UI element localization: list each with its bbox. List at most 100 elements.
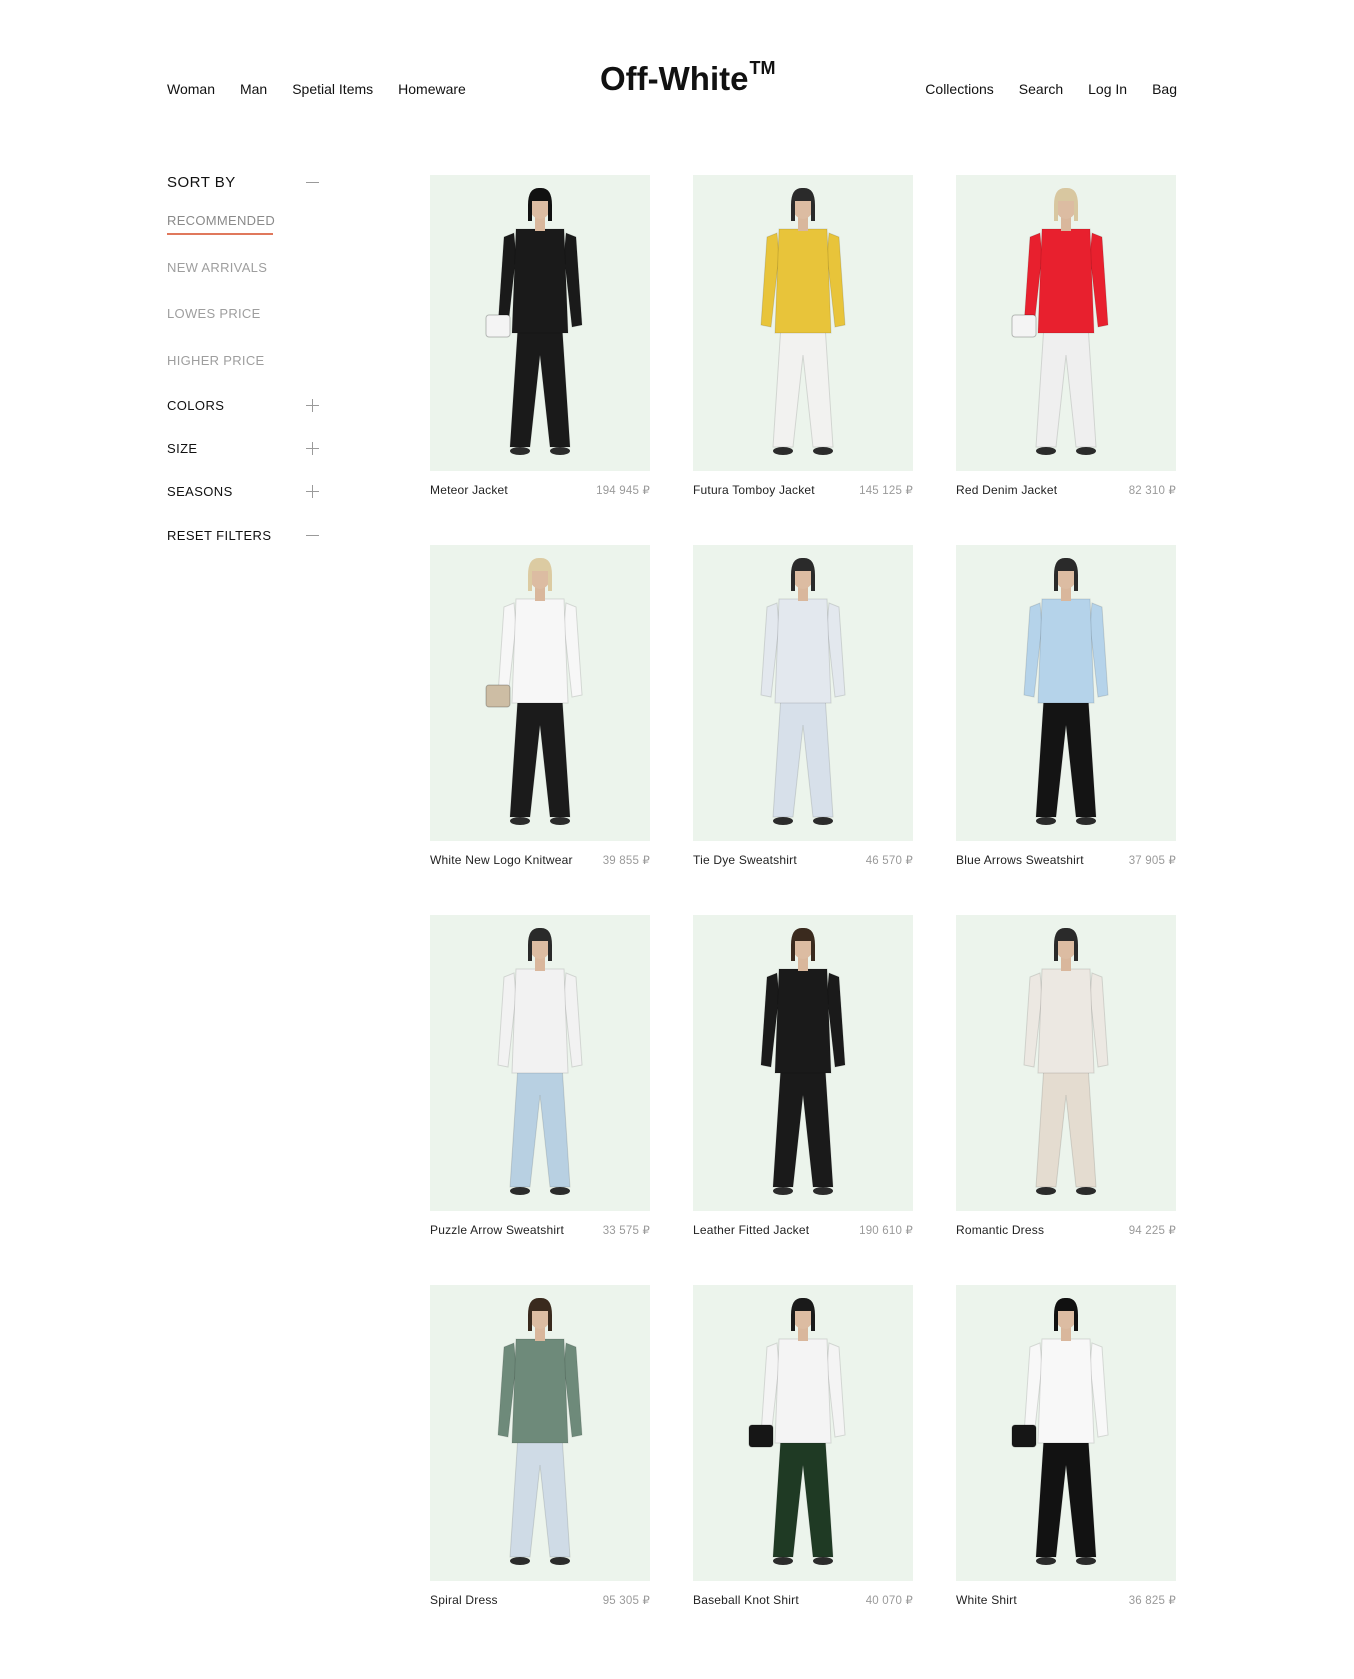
filter-size[interactable]: SIZE: [167, 441, 319, 456]
product-name[interactable]: Baseball Knot Shirt: [693, 1593, 799, 1607]
shoe-right: [550, 1557, 570, 1565]
product-image[interactable]: [693, 175, 913, 471]
product-card[interactable]: Romantic Dress 94 225 ₽: [956, 915, 1176, 1285]
model-figure: [1023, 927, 1109, 1195]
top-garment: [511, 228, 569, 334]
sort-by-header[interactable]: SORT BY: [167, 170, 319, 194]
product-image[interactable]: [693, 1285, 913, 1581]
model-figure: [760, 187, 846, 455]
filter-colors[interactable]: COLORS: [167, 398, 319, 413]
nav-collections[interactable]: Collections: [925, 81, 993, 97]
shoe-right: [1076, 447, 1096, 455]
nav-homeware[interactable]: Homeware: [398, 81, 466, 97]
handbag: [1011, 1424, 1037, 1448]
product-price: 94 225 ₽: [1128, 1225, 1176, 1237]
product-card[interactable]: Red Denim Jacket 82 310 ₽: [956, 175, 1176, 545]
filter-sidebar: SORT BY RECOMMENDED NEW ARRIVALS LOWES P…: [167, 170, 319, 543]
shoe-left: [773, 817, 793, 825]
product-name[interactable]: Futura Tomboy Jacket: [693, 483, 815, 497]
reset-filters-label: RESET FILTERS: [167, 528, 272, 543]
product-name[interactable]: Blue Arrows Sweatshirt: [956, 853, 1084, 867]
product-image[interactable]: [430, 1285, 650, 1581]
shoe-left: [510, 447, 530, 455]
reset-filters[interactable]: RESET FILTERS: [167, 528, 319, 543]
product-name[interactable]: Red Denim Jacket: [956, 483, 1057, 497]
product-image[interactable]: [956, 915, 1176, 1211]
product-image[interactable]: [956, 545, 1176, 841]
model-figure: [485, 187, 583, 455]
brand-name: Off-White: [600, 60, 749, 97]
product-name[interactable]: Spiral Dress: [430, 1593, 498, 1607]
sort-option-higher-price[interactable]: HIGHER PRICE: [167, 353, 265, 368]
model-figure: [760, 927, 846, 1195]
product-name[interactable]: Meteor Jacket: [430, 483, 508, 497]
product-image[interactable]: [956, 1285, 1176, 1581]
model-figure: [1011, 1297, 1109, 1565]
nav-bag[interactable]: Bag: [1152, 81, 1177, 97]
product-price: 95 305 ₽: [602, 1595, 650, 1607]
product-card[interactable]: White New Logo Knitwear 39 855 ₽: [430, 545, 650, 915]
product-name[interactable]: White New Logo Knitwear: [430, 853, 573, 867]
product-name[interactable]: Tie Dye Sweatshirt: [693, 853, 797, 867]
sort-option-lowest-price[interactable]: LOWES PRICE: [167, 306, 261, 321]
nav-login[interactable]: Log In: [1088, 81, 1127, 97]
product-image[interactable]: [693, 545, 913, 841]
nav-search[interactable]: Search: [1019, 81, 1063, 97]
shoe-left: [510, 817, 530, 825]
sort-option-recommended[interactable]: RECOMMENDED: [167, 213, 275, 228]
product-price: 145 125 ₽: [859, 485, 913, 497]
bottom-garment: [772, 694, 834, 818]
minus-icon[interactable]: [306, 529, 319, 542]
shoe-left: [510, 1187, 530, 1195]
product-name[interactable]: Romantic Dress: [956, 1223, 1044, 1237]
product-card[interactable]: White Shirt 36 825 ₽: [956, 1285, 1176, 1655]
model-figure: [485, 557, 583, 825]
shoe-right: [1076, 1187, 1096, 1195]
product-card[interactable]: Meteor Jacket 194 945 ₽: [430, 175, 650, 545]
top-garment: [511, 968, 569, 1074]
product-card[interactable]: Baseball Knot Shirt 40 070 ₽: [693, 1285, 913, 1655]
product-image[interactable]: [430, 545, 650, 841]
plus-icon[interactable]: [306, 442, 319, 455]
product-price: 190 610 ₽: [859, 1225, 913, 1237]
bottom-garment: [772, 1064, 834, 1188]
shoe-left: [1036, 1557, 1056, 1565]
handbag: [1011, 314, 1037, 338]
nav-woman[interactable]: Woman: [167, 81, 215, 97]
product-card[interactable]: Leather Fitted Jacket 190 610 ₽: [693, 915, 913, 1285]
product-card[interactable]: Blue Arrows Sweatshirt 37 905 ₽: [956, 545, 1176, 915]
shoe-right: [813, 817, 833, 825]
plus-icon[interactable]: [306, 399, 319, 412]
model-figure: [1023, 557, 1109, 825]
handbag: [485, 684, 511, 708]
model-figure: [748, 1297, 846, 1565]
brand-logo[interactable]: Off-WhiteTM: [600, 58, 775, 98]
product-name[interactable]: Puzzle Arrow Sweatshirt: [430, 1223, 564, 1237]
utility-nav: Collections Search Log In Bag: [925, 81, 1177, 97]
product-image[interactable]: [430, 175, 650, 471]
product-price: 194 945 ₽: [596, 485, 650, 497]
top-garment: [774, 1338, 832, 1444]
sort-option-new-arrivals[interactable]: NEW ARRIVALS: [167, 260, 267, 275]
product-card[interactable]: Puzzle Arrow Sweatshirt 33 575 ₽: [430, 915, 650, 1285]
product-image[interactable]: [430, 915, 650, 1211]
plus-icon[interactable]: [306, 485, 319, 498]
product-grid: Meteor Jacket 194 945 ₽ Futura Tomboy Jac…: [430, 175, 1176, 1655]
product-name[interactable]: Leather Fitted Jacket: [693, 1223, 809, 1237]
nav-special-items[interactable]: Spetial Items: [292, 81, 373, 97]
minus-icon[interactable]: [306, 176, 319, 189]
nav-man[interactable]: Man: [240, 81, 267, 97]
product-card[interactable]: Spiral Dress 95 305 ₽: [430, 1285, 650, 1655]
filter-seasons-label: SEASONS: [167, 484, 233, 499]
product-card[interactable]: Tie Dye Sweatshirt 46 570 ₽: [693, 545, 913, 915]
product-card[interactable]: Futura Tomboy Jacket 145 125 ₽: [693, 175, 913, 545]
filter-seasons[interactable]: SEASONS: [167, 484, 319, 499]
shoe-right: [1076, 1557, 1096, 1565]
top-garment: [1037, 598, 1095, 704]
product-name[interactable]: White Shirt: [956, 1593, 1017, 1607]
product-image[interactable]: [693, 915, 913, 1211]
product-image[interactable]: [956, 175, 1176, 471]
product-price: 37 905 ₽: [1128, 855, 1176, 867]
shoe-right: [550, 817, 570, 825]
model-figure: [497, 927, 583, 1195]
